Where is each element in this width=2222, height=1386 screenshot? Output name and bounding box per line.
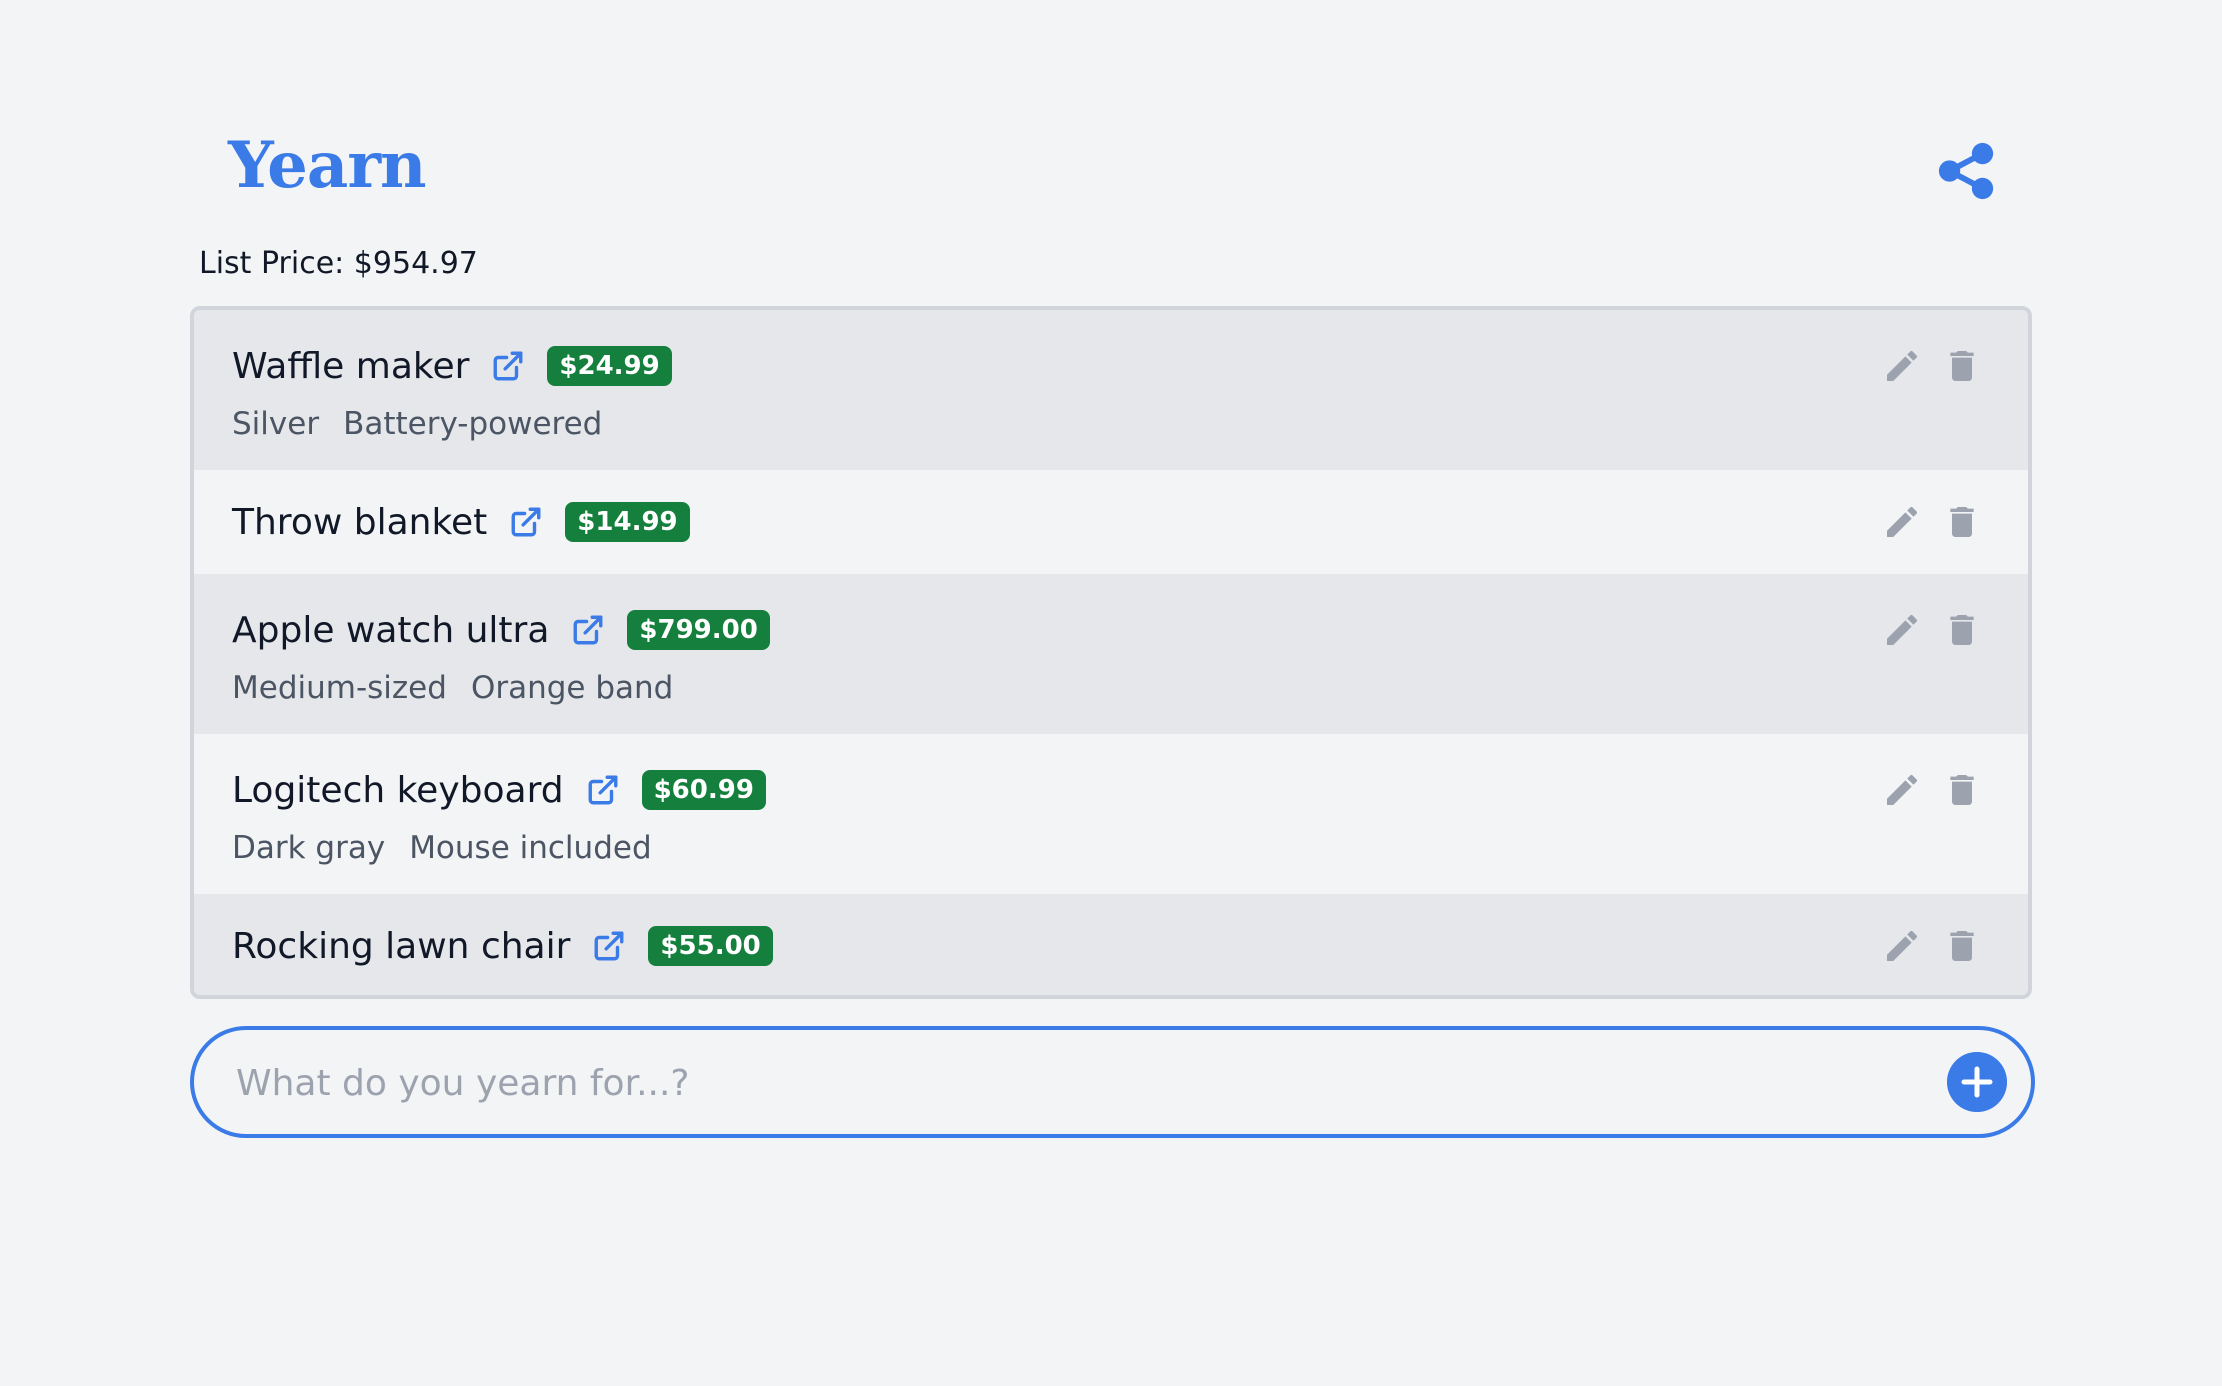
item-tag: Medium-sized — [232, 670, 447, 706]
item-name: Rocking lawn chair — [232, 925, 571, 967]
pencil-icon[interactable] — [1882, 346, 1922, 386]
external-link-icon[interactable] — [509, 505, 543, 539]
new-item-input[interactable] — [234, 1050, 1878, 1116]
app-logo[interactable]: Yearn — [228, 128, 427, 203]
trash-icon[interactable] — [1942, 770, 1982, 810]
external-link-icon[interactable] — [491, 349, 525, 383]
price-badge: $60.99 — [641, 770, 766, 810]
list-item: Rocking lawn chair $55.00 — [194, 894, 2028, 995]
item-tag: Mouse included — [409, 830, 652, 866]
price-badge: $24.99 — [547, 346, 672, 386]
pencil-icon[interactable] — [1882, 502, 1922, 542]
item-tag: Silver — [232, 406, 320, 442]
item-tag: Orange band — [470, 670, 674, 706]
external-link-icon[interactable] — [571, 613, 605, 647]
list-item: Throw blanket $14.99 — [194, 470, 2028, 574]
trash-icon[interactable] — [1942, 610, 1982, 650]
trash-icon[interactable] — [1942, 502, 1982, 542]
item-name: Waffle maker — [232, 345, 470, 387]
item-tag: Battery-powered — [343, 406, 603, 442]
list-item: Apple watch ultra $799.00 Medium-sized O… — [194, 574, 2028, 734]
pencil-icon[interactable] — [1882, 926, 1922, 966]
page: Yearn List Price: $954.97 Waffle maker $… — [0, 0, 2222, 1386]
item-name: Throw blanket — [232, 501, 488, 543]
new-item-composer — [190, 1026, 2035, 1138]
list-item: Waffle maker $24.99 Silver Battery-power… — [194, 310, 2028, 470]
pencil-icon[interactable] — [1882, 770, 1922, 810]
list-price: List Price: $954.97 — [199, 246, 478, 281]
external-link-icon[interactable] — [586, 773, 620, 807]
trash-icon[interactable] — [1942, 346, 1982, 386]
wish-list: Waffle maker $24.99 Silver Battery-power… — [190, 306, 2032, 999]
price-badge: $799.00 — [627, 610, 770, 650]
price-badge: $14.99 — [565, 502, 690, 542]
list-item: Logitech keyboard $60.99 Dark gray Mouse… — [194, 734, 2028, 894]
item-tag: Dark gray — [232, 830, 386, 866]
item-name: Apple watch ultra — [232, 609, 550, 651]
item-name: Logitech keyboard — [232, 769, 564, 811]
trash-icon[interactable] — [1942, 926, 1982, 966]
plus-icon[interactable] — [1947, 1052, 2007, 1112]
pencil-icon[interactable] — [1882, 610, 1922, 650]
external-link-icon[interactable] — [592, 929, 626, 963]
price-badge: $55.00 — [648, 926, 773, 966]
share-icon[interactable] — [1936, 140, 1998, 202]
